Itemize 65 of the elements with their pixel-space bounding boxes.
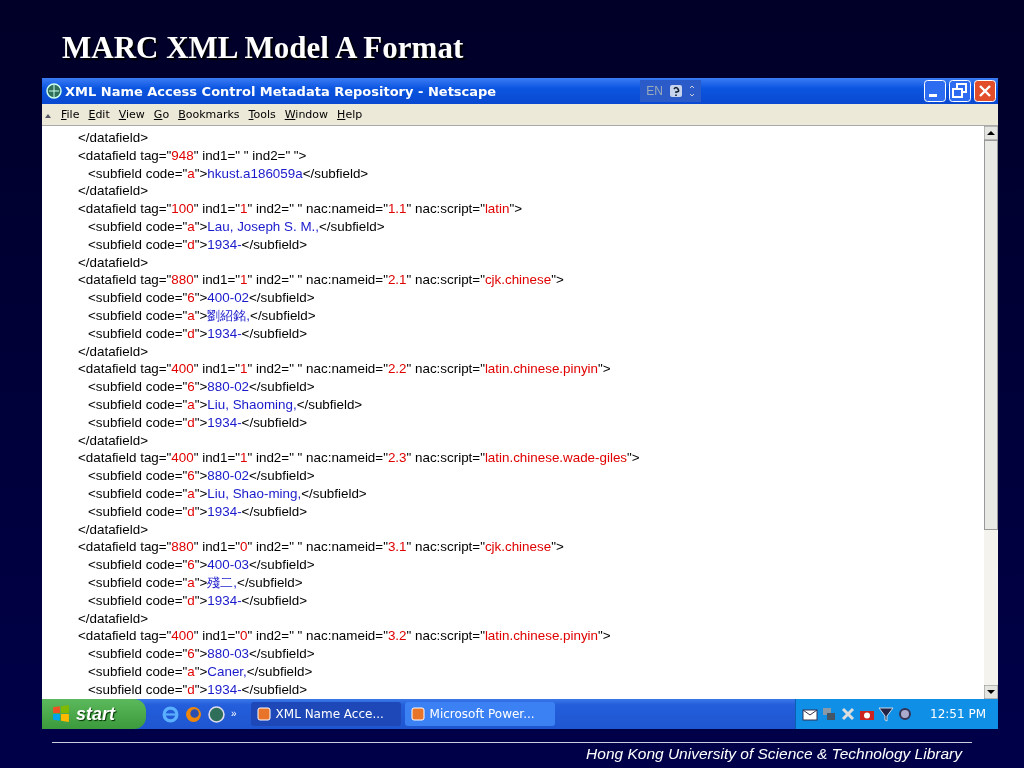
more-icons-chevron[interactable]: »: [231, 707, 237, 719]
code-line: <datafield tag="400" ind1="1" ind2=" " nac:nameid="2.3" nac:script="latin.chinese.wade-giles">: [78, 449, 641, 468]
code-line: </datafield>: [78, 253, 149, 272]
code-line: </datafield>: [78, 520, 149, 539]
fox-globe-icon[interactable]: [185, 705, 202, 723]
code-line: <datafield tag="400" ind1="0" ind2=" " nac:nameid="3.2" nac:script="latin.chinese.pinyin">: [78, 627, 612, 646]
code-line: <subfield code="a">劉紹銘,</subfield>: [87, 306, 317, 325]
taskbar-task-button[interactable]: XML Name Acce...: [250, 702, 401, 726]
menu-item[interactable]: Go: [153, 108, 170, 121]
code-line: <datafield tag="880" ind1="1" ind2=" " nac:nameid="2.1" nac:script="cjk.chinese">: [78, 271, 565, 290]
code-line: </datafield>: [78, 129, 149, 147]
scroll-arrows-icon[interactable]: [689, 84, 695, 98]
code-line: <subfield code="a">Caner,</subfield>: [87, 662, 314, 681]
code-line: <subfield code="a">Lau, Joseph S. M.,</subfield>: [87, 218, 386, 236]
menu-item[interactable]: View: [118, 108, 145, 121]
slide-title: MARC XML Model A Format: [62, 30, 465, 66]
window-icon: [256, 707, 271, 721]
code-line: <datafield tag="880" ind1="0" ind2=" " nac:nameid="3.1" nac:script="cjk.chinese">: [78, 538, 565, 557]
code-line: <subfield code="6">880-02</subfield>: [87, 378, 316, 396]
menu-item[interactable]: Edit: [88, 108, 110, 121]
globe-icon: [46, 83, 62, 99]
code-line: <subfield code="d">1934-</subfield>: [87, 413, 309, 432]
code-line: <subfield code="6">880-03</subfield>: [87, 645, 316, 663]
menu-item[interactable]: Help: [337, 108, 363, 121]
code-line: </datafield>: [78, 609, 149, 628]
restore-button[interactable]: [949, 80, 971, 102]
funnel-icon[interactable]: [878, 706, 894, 722]
windows-flag-icon: [52, 705, 70, 723]
browser-e-icon[interactable]: [162, 705, 179, 723]
code-line: <subfield code="a">殘二,</subfield>: [87, 573, 304, 592]
code-line: </datafield>: [78, 182, 149, 201]
footer-text: Hong Kong University of Science & Technology Library: [586, 745, 962, 763]
taskbar-task-button[interactable]: Microsoft Power...: [404, 702, 555, 726]
globe-icon[interactable]: [208, 705, 225, 723]
code-line: <subfield code="a">Liu, Shao-ming,</subfield>: [87, 484, 368, 503]
menu-item[interactable]: Window: [284, 108, 329, 121]
code-line: </datafield>: [78, 342, 149, 361]
window-icon: [410, 707, 425, 721]
code-line: <subfield code="d">1934-</subfield>: [87, 680, 309, 699]
code-line: <subfield code="a">hkust.a186059a</subfield>: [87, 164, 370, 183]
close-button[interactable]: [974, 80, 996, 102]
code-line: <subfield code="d">1934-</subfield>: [87, 502, 309, 521]
code-line: <subfield code="6">400-03</subfield>: [87, 556, 316, 574]
menu-item[interactable]: Tools: [248, 108, 276, 121]
code-line: <datafield tag="948" ind1=" " ind2=" ">: [78, 146, 308, 165]
help-icon[interactable]: [669, 84, 683, 98]
window-title: XML Name Access Control Metadata Repository - Netscape: [65, 83, 498, 99]
scroll-down-icon[interactable]: [984, 685, 998, 699]
scroll-up-icon[interactable]: [984, 126, 998, 140]
tools-icon[interactable]: [840, 706, 856, 722]
mail-icon[interactable]: [802, 706, 818, 722]
gear-icon[interactable]: [897, 706, 913, 722]
code-line: </datafield>: [78, 431, 149, 450]
code-line: <subfield code="d">1934-</subfield>: [87, 324, 309, 343]
clock: 12:51 PM: [930, 707, 986, 721]
code-line: <subfield code="6">400-02</subfield>: [87, 289, 316, 307]
menu-item[interactable]: Bookmarks: [178, 108, 240, 121]
code-line: <subfield code="a">Liu, Shaoming,</subfield>: [87, 395, 364, 414]
code-line: <subfield code="d">1934-</subfield>: [87, 235, 309, 254]
code-line: <subfield code="d">1934-</subfield>: [87, 591, 309, 610]
code-line: <datafield tag="100" ind1="1" ind2=" " nac:nameid="1.1" nac:script="latin">: [78, 200, 524, 218]
minimize-button[interactable]: [924, 80, 946, 102]
menu-item[interactable]: File: [61, 108, 80, 121]
code-line: <subfield code="6">880-02</subfield>: [87, 467, 316, 485]
code-line: <datafield tag="400" ind1="1" ind2=" " nac:nameid="2.2" nac:script="latin.chinese.pinyin">: [78, 360, 612, 379]
